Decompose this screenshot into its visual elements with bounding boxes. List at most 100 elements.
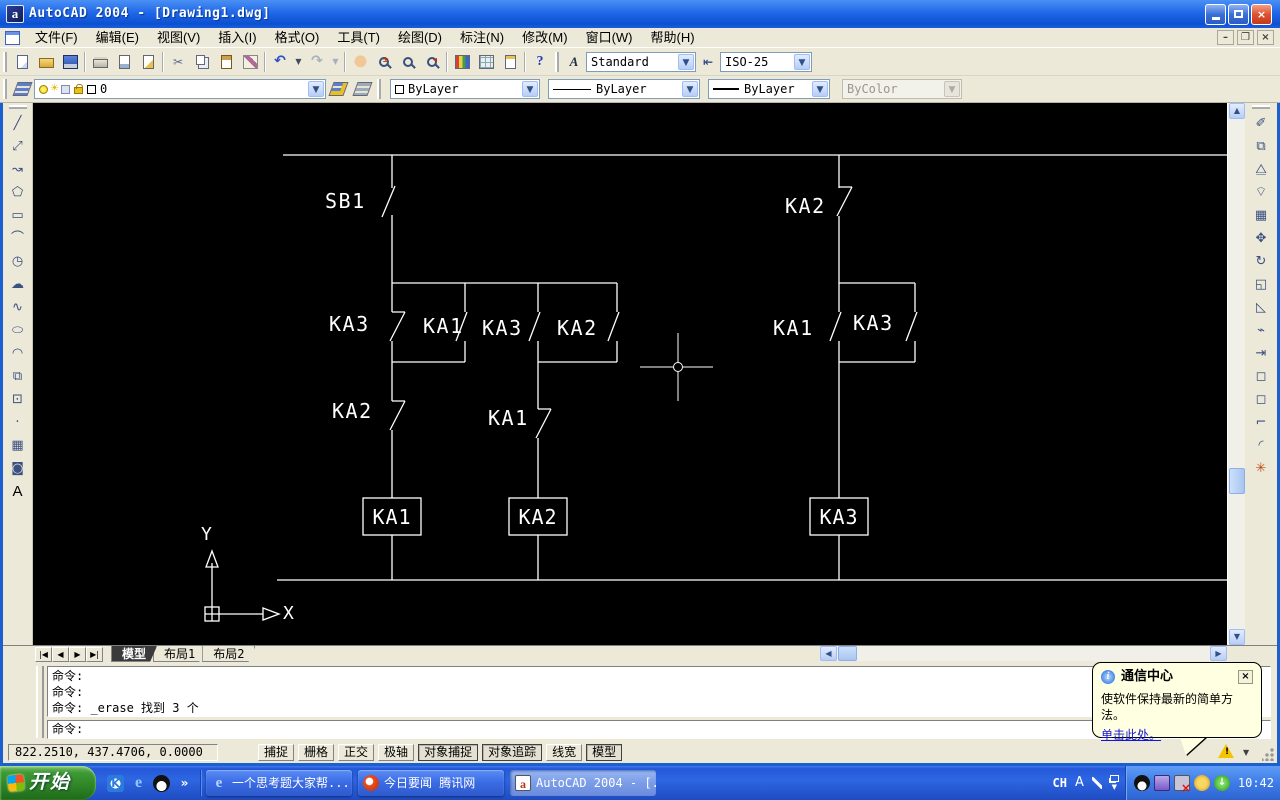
chevron-down-icon[interactable]: ▼: [812, 81, 828, 97]
ortho-toggle[interactable]: 正交: [338, 744, 374, 761]
drawing-file-icon[interactable]: [5, 31, 20, 45]
copy-button[interactable]: [190, 50, 214, 73]
new-button[interactable]: [10, 50, 34, 73]
offset-button[interactable]: ⌔: [1249, 181, 1273, 204]
move-button[interactable]: ✥: [1249, 227, 1273, 250]
break-button[interactable]: ◻: [1249, 388, 1273, 411]
toolbar-grip[interactable]: [1252, 105, 1270, 109]
layer-freeze-viewport-icon[interactable]: [61, 85, 70, 94]
mdi-restore-button[interactable]: ❐: [1237, 30, 1254, 45]
horizontal-scrollbar[interactable]: ◀ ▶: [820, 646, 1227, 661]
layer-freeze-sun-icon[interactable]: ☀: [50, 84, 59, 94]
plot-preview-button[interactable]: [112, 50, 136, 73]
cut-button[interactable]: ✂: [166, 50, 190, 73]
tab-nav-prev-button[interactable]: ◀: [52, 647, 69, 662]
construction-line-button[interactable]: ⤢: [6, 135, 30, 158]
tray-update-icon[interactable]: [1214, 775, 1230, 791]
minimize-button[interactable]: [1205, 4, 1226, 25]
lineweight-combo[interactable]: ByLayer ▼: [708, 79, 830, 99]
tab-nav-first-button[interactable]: |◀: [35, 647, 52, 662]
paste-button[interactable]: [214, 50, 238, 73]
toolbar-grip[interactable]: [9, 105, 27, 109]
tray-volume-icon[interactable]: [1194, 775, 1210, 791]
balloon-click-here-link[interactable]: 单击此处。: [1101, 727, 1161, 743]
status-tray-chevron-icon[interactable]: ▼: [1243, 749, 1249, 757]
region-button[interactable]: ◙: [6, 457, 30, 480]
ellipse-arc-button[interactable]: ◠: [6, 342, 30, 365]
chevron-down-icon[interactable]: ▼: [522, 81, 538, 97]
osnap-toggle[interactable]: 对象捕捉: [418, 744, 478, 761]
menu-file[interactable]: 文件(F): [26, 28, 87, 48]
balloon-close-button[interactable]: ×: [1238, 670, 1253, 684]
vertical-scrollbar[interactable]: ▲ ▼: [1227, 103, 1245, 645]
trim-button[interactable]: ⌁: [1249, 319, 1273, 342]
tab-model[interactable]: 模型: [111, 646, 157, 662]
text-style-button[interactable]: A: [562, 50, 586, 73]
dim-style-combo[interactable]: ISO-25 ▼: [720, 52, 812, 72]
insert-block-button[interactable]: ⧉: [6, 365, 30, 388]
menu-tools[interactable]: 工具(T): [328, 28, 389, 48]
mtext-button[interactable]: A: [6, 480, 30, 503]
start-button[interactable]: 开始: [0, 766, 96, 800]
help-button[interactable]: ?: [528, 50, 552, 73]
circle-button[interactable]: ◷: [6, 250, 30, 273]
layer-color-swatch[interactable]: [87, 85, 96, 94]
polygon-button[interactable]: ⬠: [6, 181, 30, 204]
layer-previous-button[interactable]: [350, 78, 374, 101]
task-button-forum-thread[interactable]: e 一个思考题大家帮...: [206, 770, 352, 796]
spline-button[interactable]: ∿: [6, 296, 30, 319]
window-resize-grip[interactable]: [1262, 748, 1275, 761]
task-button-tencent-news[interactable]: 今日要闻 腾讯网: [358, 770, 504, 796]
menu-draw[interactable]: 绘图(D): [389, 28, 451, 48]
pan-button[interactable]: [348, 50, 372, 73]
task-button-autocad[interactable]: a AutoCAD 2004 - [...: [510, 770, 656, 796]
toolbar-grip[interactable]: [377, 79, 381, 99]
mirror-button[interactable]: ⧋: [1249, 158, 1273, 181]
tab-nav-next-button[interactable]: ▶: [69, 647, 86, 662]
layer-on-bulb-icon[interactable]: [39, 85, 48, 94]
menu-format[interactable]: 格式(O): [266, 28, 329, 48]
zoom-window-button[interactable]: [396, 50, 420, 73]
polar-toggle[interactable]: 极轴: [378, 744, 414, 761]
explode-button[interactable]: ✳: [1249, 457, 1273, 480]
text-style-combo[interactable]: Standard ▼: [586, 52, 696, 72]
scroll-down-button[interactable]: ▼: [1229, 629, 1245, 645]
hatch-button[interactable]: ▦: [6, 434, 30, 457]
chevron-down-icon[interactable]: ▼: [682, 81, 698, 97]
vertical-scroll-thumb[interactable]: [1229, 468, 1245, 494]
match-properties-button[interactable]: [238, 50, 262, 73]
tray-network-disconnected-icon[interactable]: [1174, 775, 1190, 791]
close-button[interactable]: ×: [1251, 4, 1272, 25]
scroll-right-button[interactable]: ▶: [1210, 646, 1227, 661]
rectangle-button[interactable]: ▭: [6, 204, 30, 227]
menu-edit[interactable]: 编辑(E): [87, 28, 148, 48]
tab-nav-last-button[interactable]: ▶|: [86, 647, 103, 662]
otrack-toggle[interactable]: 对象追踪: [482, 744, 542, 761]
model-space-toggle[interactable]: 模型: [586, 744, 622, 761]
color-combo[interactable]: ByLayer ▼: [390, 79, 540, 99]
menu-dimension[interactable]: 标注(N): [451, 28, 513, 48]
quick-launch-browser-icon[interactable]: e: [130, 775, 147, 792]
designcenter-button[interactable]: [474, 50, 498, 73]
layer-lock-icon[interactable]: [74, 87, 83, 94]
chevron-down-icon[interactable]: ▼: [794, 54, 810, 70]
menu-help[interactable]: 帮助(H): [642, 28, 704, 48]
tray-network-icon[interactable]: [1154, 775, 1170, 791]
line-button[interactable]: ╱: [6, 112, 30, 135]
arc-button[interactable]: ⌒: [6, 227, 30, 250]
save-button[interactable]: [58, 50, 82, 73]
undo-button[interactable]: ↶: [268, 50, 292, 73]
zoom-realtime-button[interactable]: ±: [372, 50, 396, 73]
toolbar-grip[interactable]: [555, 52, 559, 72]
extend-button[interactable]: ⇥: [1249, 342, 1273, 365]
chevron-down-icon[interactable]: ▼: [308, 81, 324, 97]
tool-palettes-button[interactable]: [498, 50, 522, 73]
drawing-canvas[interactable]: SB1 KA3 KA1 KA3 KA2 KA2 KA1 KA2 KA1 KA3 …: [33, 103, 1227, 645]
menu-insert[interactable]: 插入(I): [209, 28, 265, 48]
quick-launch-qq-icon[interactable]: [153, 775, 170, 792]
mdi-minimize-button[interactable]: –: [1217, 30, 1234, 45]
revision-cloud-button[interactable]: ☁: [6, 273, 30, 296]
scale-button[interactable]: ◱: [1249, 273, 1273, 296]
quick-launch-expand-chevron[interactable]: »: [176, 775, 193, 792]
zoom-previous-button[interactable]: ◂: [420, 50, 444, 73]
